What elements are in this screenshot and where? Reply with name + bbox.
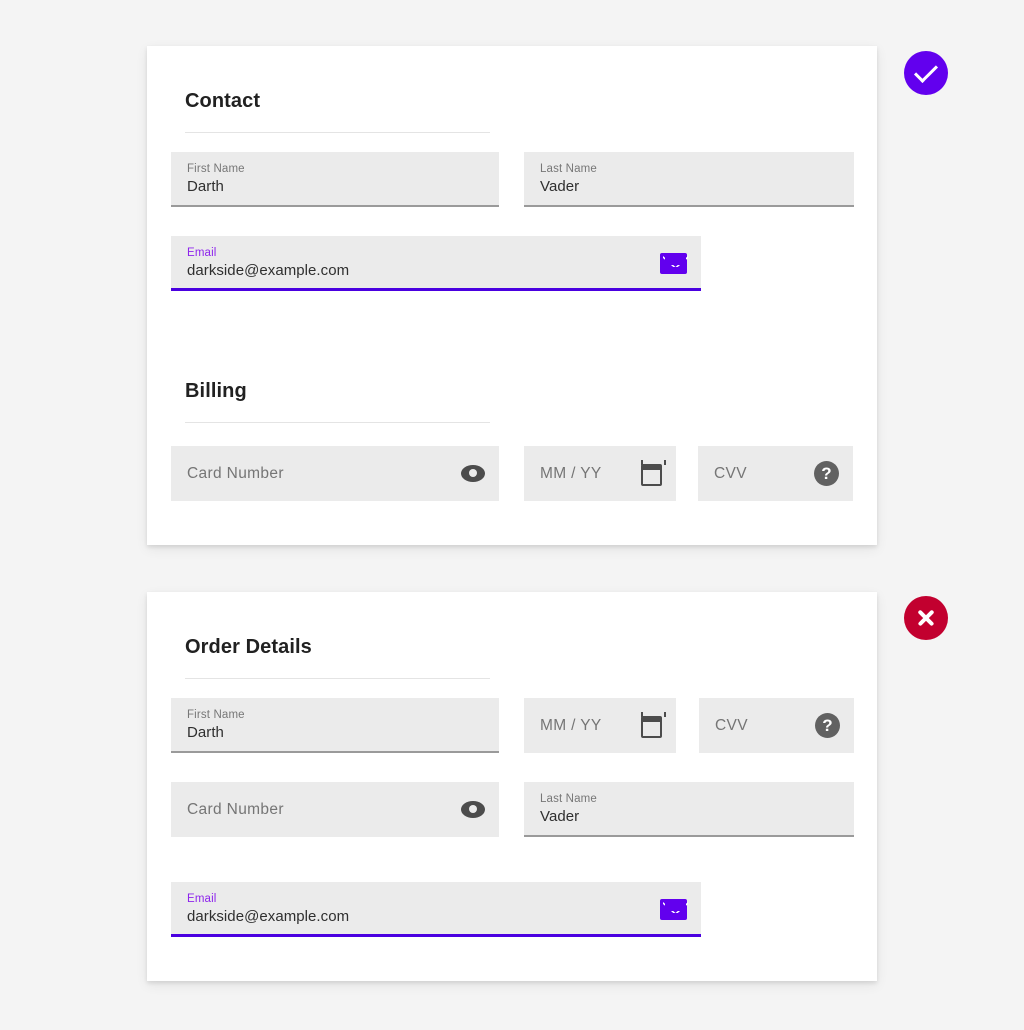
order-card: Order Details First Name Darth MM / YY C…	[147, 592, 877, 981]
expiry-date-field[interactable]: MM / YY	[524, 698, 676, 753]
cvv-field[interactable]: CVV ?	[699, 698, 854, 753]
order-details-section-header: Order Details	[185, 634, 490, 679]
field-content: First Name Darth	[187, 708, 485, 743]
section-title: Contact	[185, 90, 261, 112]
billing-section-header: Billing	[185, 378, 490, 423]
field-placeholder: Card Number	[187, 800, 284, 818]
field-content: CVV	[714, 464, 804, 484]
field-label: Last Name	[540, 163, 597, 175]
field-value: Darth	[187, 724, 224, 741]
field-label: Email	[187, 893, 217, 905]
help-icon[interactable]: ?	[814, 461, 839, 486]
field-underline	[171, 205, 499, 207]
field-content: MM / YY	[540, 716, 631, 736]
field-content: Last Name Vader	[540, 792, 840, 827]
contact-section-header: Contact	[185, 88, 490, 133]
section-divider	[185, 678, 490, 679]
field-value: darkside@example.com	[187, 908, 350, 925]
field-content: Email darkside@example.com	[187, 246, 650, 281]
first-name-field[interactable]: First Name Darth	[171, 152, 499, 207]
calendar-icon[interactable]	[640, 460, 666, 486]
calendar-icon-glyph	[640, 712, 666, 738]
first-name-field[interactable]: First Name Darth	[171, 698, 499, 753]
envelope-icon-glyph	[660, 899, 687, 920]
field-content: First Name Darth	[187, 162, 485, 197]
eye-icon[interactable]	[461, 465, 485, 482]
field-placeholder: CVV	[714, 464, 747, 482]
order-card-body: Order Details First Name Darth MM / YY C…	[147, 592, 877, 981]
field-value: Darth	[187, 178, 224, 195]
help-icon-glyph: ?	[814, 461, 839, 486]
card-number-field[interactable]: Card Number	[171, 446, 499, 501]
status-badge-error	[904, 596, 948, 640]
eye-icon-glyph	[461, 801, 485, 818]
section-title: Billing	[185, 380, 247, 402]
field-underline	[171, 751, 499, 753]
field-label: Last Name	[540, 793, 597, 805]
field-value: Vader	[540, 178, 580, 195]
field-content: Card Number	[187, 800, 451, 820]
calendar-icon-glyph	[640, 460, 666, 486]
contact-card: Contact First Name Darth Last Name Vader	[147, 46, 877, 545]
last-name-field[interactable]: Last Name Vader	[524, 152, 854, 207]
field-label: First Name	[187, 163, 245, 175]
help-icon[interactable]: ?	[815, 713, 840, 738]
field-content: CVV	[715, 716, 805, 736]
email-field[interactable]: Email darkside@example.com	[171, 882, 701, 937]
field-content: Last Name Vader	[540, 162, 840, 197]
status-badge-success	[904, 51, 948, 95]
eye-icon-glyph	[461, 465, 485, 482]
field-label: Email	[187, 247, 217, 259]
section-title: Order Details	[185, 636, 312, 658]
field-content: Email darkside@example.com	[187, 892, 650, 927]
help-icon-glyph: ?	[815, 713, 840, 738]
field-value: Vader	[540, 808, 580, 825]
field-content: Card Number	[187, 464, 451, 484]
envelope-icon[interactable]	[660, 899, 687, 920]
field-placeholder: MM / YY	[540, 464, 602, 482]
x-icon	[916, 608, 936, 628]
envelope-icon-glyph	[660, 253, 687, 274]
field-underline	[524, 205, 854, 207]
page-root: Contact First Name Darth Last Name Vader	[0, 0, 1024, 1030]
last-name-field[interactable]: Last Name Vader	[524, 782, 854, 837]
calendar-icon[interactable]	[640, 712, 666, 738]
contact-card-body: Contact First Name Darth Last Name Vader	[147, 46, 877, 545]
field-content: MM / YY	[540, 464, 631, 484]
field-underline	[171, 288, 701, 291]
cvv-field[interactable]: CVV ?	[698, 446, 853, 501]
field-label: First Name	[187, 709, 245, 721]
field-placeholder: Card Number	[187, 464, 284, 482]
expiry-date-field[interactable]: MM / YY	[524, 446, 676, 501]
field-placeholder: CVV	[715, 716, 748, 734]
card-number-field[interactable]: Card Number	[171, 782, 499, 837]
email-field[interactable]: Email darkside@example.com	[171, 236, 701, 291]
section-divider	[185, 132, 490, 133]
field-underline	[171, 934, 701, 937]
section-divider	[185, 422, 490, 423]
eye-icon[interactable]	[461, 801, 485, 818]
field-value: darkside@example.com	[187, 262, 350, 279]
field-underline	[524, 835, 854, 837]
envelope-icon[interactable]	[660, 253, 687, 274]
check-icon	[913, 58, 939, 84]
field-placeholder: MM / YY	[540, 716, 602, 734]
